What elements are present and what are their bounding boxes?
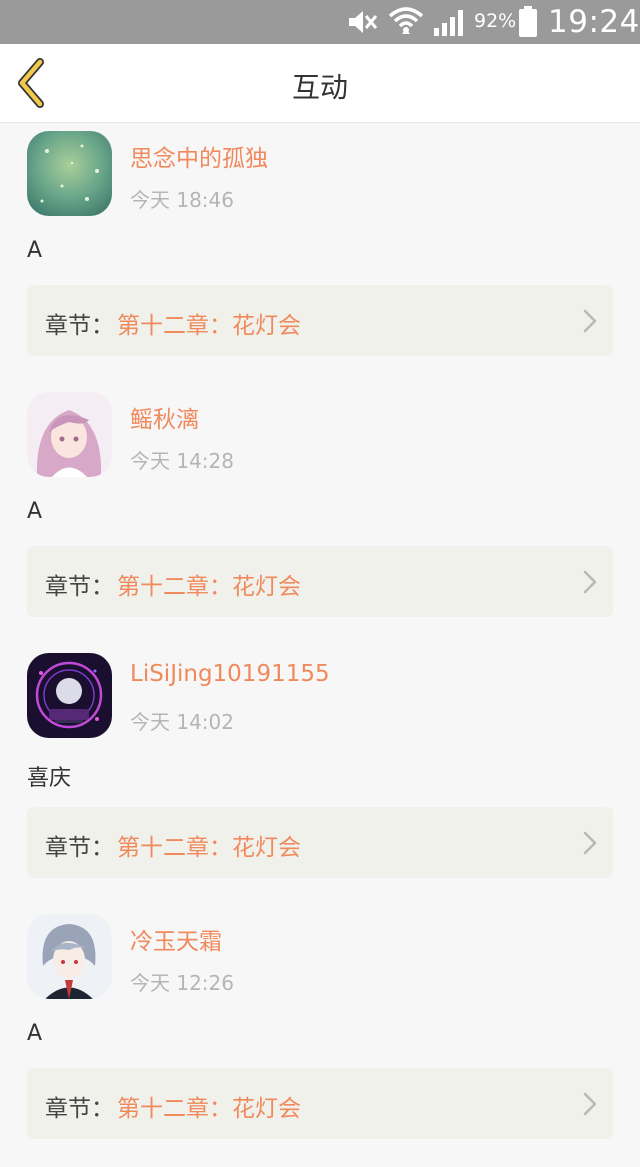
timestamp: 今天 14:02 xyxy=(130,710,234,734)
chapter-label: 章节： xyxy=(45,574,114,600)
username[interactable]: LiSiJing10191155 xyxy=(130,661,330,687)
feed-item: 冷玉天霜 今天 12:26 A 章节： 第十二章：花灯会 xyxy=(0,906,640,1167)
feed-item: 思念中的孤独 今天 18:46 A 章节： 第十二章：花灯会 xyxy=(0,123,640,384)
username[interactable]: 冷玉天霜 xyxy=(130,922,222,956)
chapter-title: 第十二章：花灯会 xyxy=(117,313,301,339)
chevron-right-icon xyxy=(583,831,597,855)
comment-text: A xyxy=(27,499,43,524)
chapter-title: 第十二章：花灯会 xyxy=(117,835,301,861)
chapter-link-card[interactable]: 章节： 第十二章：花灯会 xyxy=(27,546,613,617)
chapter-link-card[interactable]: 章节： 第十二章：花灯会 xyxy=(27,1068,613,1139)
comment-text: A xyxy=(27,1021,43,1046)
avatar[interactable] xyxy=(27,131,112,216)
mute-icon xyxy=(349,11,378,33)
interaction-feed: 思念中的孤独 今天 18:46 A 章节： 第十二章：花灯会 鳐秋漓 今天 14… xyxy=(0,123,640,1167)
avatar[interactable] xyxy=(27,653,112,738)
avatar[interactable] xyxy=(27,392,112,477)
chapter-title: 第十二章：花灯会 xyxy=(117,1096,301,1122)
page-title: 互动 xyxy=(291,71,348,104)
chapter-title: 第十二章：花灯会 xyxy=(117,574,301,600)
timestamp: 今天 14:28 xyxy=(130,449,234,473)
chapter-label: 章节： xyxy=(45,835,114,861)
comment-text: 喜庆 xyxy=(27,766,72,791)
timestamp: 今天 18:46 xyxy=(130,188,234,212)
battery-percent: 92% xyxy=(474,10,517,32)
chevron-right-icon xyxy=(583,309,597,333)
chevron-right-icon xyxy=(583,1092,597,1116)
feed-item: 鳐秋漓 今天 14:28 A 章节： 第十二章：花灯会 xyxy=(0,384,640,645)
chapter-link-card[interactable]: 章节： 第十二章：花灯会 xyxy=(27,285,613,356)
clock: 19:24 xyxy=(548,4,640,40)
header-bar: 互动 xyxy=(0,44,640,123)
signal-icon xyxy=(434,10,463,36)
avatar[interactable] xyxy=(27,914,112,999)
username[interactable]: 鳐秋漓 xyxy=(130,400,199,434)
timestamp: 今天 12:26 xyxy=(130,971,234,995)
feed-item: LiSiJing10191155 今天 14:02 喜庆 章节： 第十二章：花灯… xyxy=(0,645,640,906)
comment-text: A xyxy=(27,238,43,263)
chevron-right-icon xyxy=(583,570,597,594)
username[interactable]: 思念中的孤独 xyxy=(130,139,268,173)
wifi-icon xyxy=(388,7,424,34)
battery-icon xyxy=(519,6,537,37)
chapter-label: 章节： xyxy=(45,1096,114,1122)
status-bar: 92% 19:24 xyxy=(0,0,640,44)
chapter-link-card[interactable]: 章节： 第十二章：花灯会 xyxy=(27,807,613,878)
chapter-label: 章节： xyxy=(45,313,114,339)
